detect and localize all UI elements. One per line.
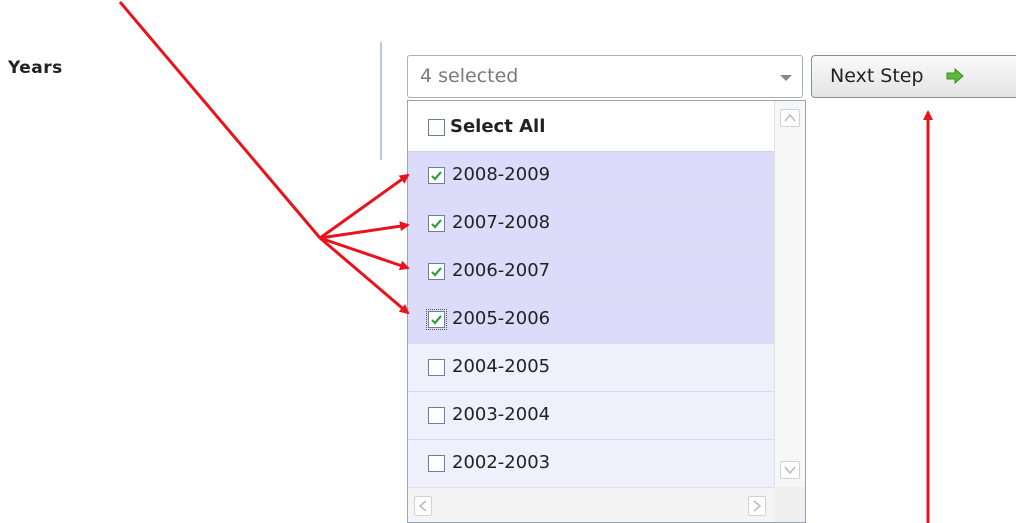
annotation-arrow: [319, 173, 410, 240]
annotation-arrow-line: [118, 1, 322, 239]
annotation-overlay: [118, 1, 933, 523]
annotation-arrow: [319, 236, 410, 271]
annotation-arrow: [319, 236, 410, 315]
